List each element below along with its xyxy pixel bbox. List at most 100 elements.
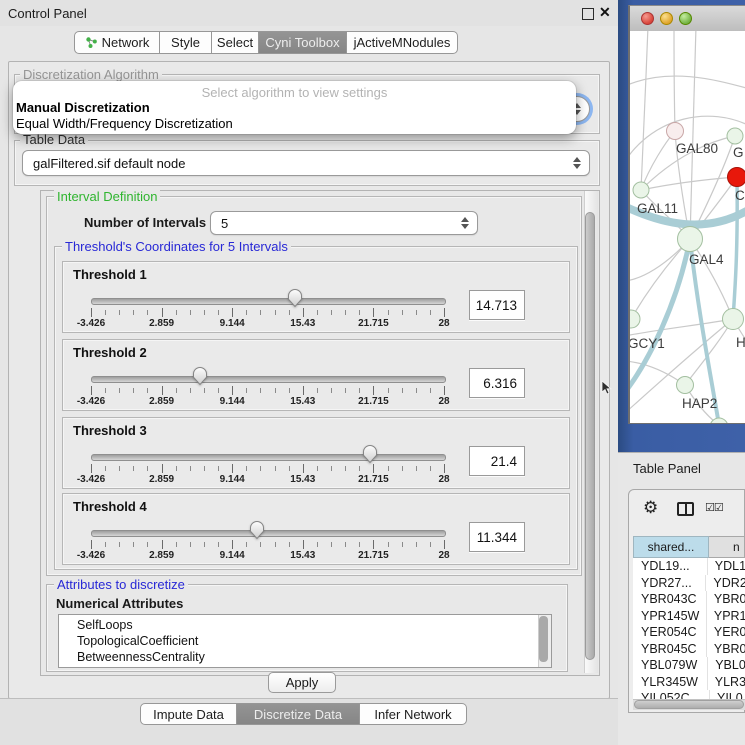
threshold-slider-thumb[interactable]	[249, 520, 265, 540]
tab-cyni-toolbox[interactable]: Cyni Toolbox	[259, 31, 347, 54]
node-hap2[interactable]	[677, 377, 694, 394]
threshold-slider-track[interactable]	[91, 376, 446, 383]
split-columns-icon[interactable]	[677, 502, 694, 516]
threshold-1-block: Threshold 1 -3.4262.8599.14415.4321.7152…	[62, 261, 570, 333]
threshold-slider-track[interactable]	[91, 454, 446, 461]
tab-style[interactable]: Style	[160, 31, 212, 54]
node-selected-red[interactable]	[728, 168, 745, 187]
tick-label: 28	[422, 318, 466, 329]
threshold-slider-track[interactable]	[91, 298, 446, 305]
tick-mark	[176, 466, 177, 471]
tick-mark	[176, 542, 177, 547]
threshold-value-field[interactable]: 21.4	[469, 446, 525, 476]
zoom-traffic-light[interactable]	[679, 12, 692, 25]
threshold-slider-thumb[interactable]	[287, 288, 303, 308]
tick-mark	[444, 386, 445, 395]
apply-button[interactable]: Apply	[268, 672, 336, 693]
network-icon	[85, 36, 98, 49]
tick-mark	[388, 542, 389, 547]
close-icon[interactable]: ✕	[599, 4, 611, 21]
cell-name: YPR1	[707, 608, 745, 625]
node-gal11[interactable]	[633, 182, 649, 198]
cell-name: YBR0	[707, 641, 745, 658]
attribute-list-item[interactable]: SelfLoops	[59, 617, 551, 633]
cell-shared-name: YBR045C	[633, 641, 707, 658]
tick-mark	[105, 542, 106, 547]
tick-label: -3.426	[69, 550, 113, 561]
threshold-3-block: Threshold 3 -3.4262.8599.14415.4321.7152…	[62, 417, 570, 489]
tick-mark	[147, 542, 148, 547]
tick-mark	[359, 542, 360, 547]
table-row[interactable]: YER054CYER0	[633, 624, 745, 641]
table-data-combobox[interactable]: galFiltered.sif default node	[22, 150, 590, 176]
attribute-list-item[interactable]: BetweennessCentrality	[59, 649, 551, 665]
tick-mark	[190, 542, 191, 547]
network-window-titlebar[interactable]	[630, 6, 745, 32]
node-gcy1[interactable]	[630, 310, 640, 328]
tab-discretize-data[interactable]: Discretize Data	[237, 703, 360, 725]
tab-select[interactable]: Select	[212, 31, 259, 54]
table-row[interactable]: YIL052CYIL0	[633, 690, 745, 699]
vertical-scrollbar-thumb[interactable]	[585, 212, 595, 660]
node-table-body[interactable]: YDL19...YDL1YDR27...YDR2YBR043CYBR0YPR14…	[633, 558, 745, 699]
network-canvas[interactable]: GAL80 G GAL11 C GAL4 GCY1 H HAP2	[630, 31, 745, 423]
horizontal-scrollbar-thumb[interactable]	[634, 700, 744, 709]
attributes-scrollbar-thumb[interactable]	[539, 616, 548, 662]
tick-mark	[303, 540, 304, 549]
threshold-slider-thumb[interactable]	[362, 444, 378, 464]
dropdown-option-equal-width[interactable]: Equal Width/Frequency Discretization	[13, 116, 576, 132]
tick-label: 28	[422, 550, 466, 561]
tab-infer-network[interactable]: Infer Network	[360, 703, 467, 725]
table-row[interactable]: YPR145WYPR1	[633, 608, 745, 625]
table-row[interactable]: YLR345WYLR3	[633, 674, 745, 691]
tick-mark	[275, 388, 276, 393]
gear-icon[interactable]: ⚙	[643, 498, 658, 518]
checkbox-filter-icons[interactable]: ☑☑	[705, 501, 723, 514]
tick-label: 2.859	[140, 474, 184, 485]
threshold-label: Threshold 3	[73, 423, 147, 438]
tab-label: Style	[171, 35, 200, 50]
tick-mark	[260, 542, 261, 547]
attribute-list-item[interactable]: TopologicalCoefficient	[59, 633, 551, 649]
cell-name: YDL1	[708, 558, 745, 575]
node-partial-bottom[interactable]	[710, 418, 728, 423]
node-partial-g[interactable]	[727, 128, 743, 144]
tick-mark	[147, 388, 148, 393]
table-row[interactable]: YBR043CYBR0	[633, 591, 745, 608]
tick-mark	[218, 466, 219, 471]
interval-definition-title: Interval Definition	[54, 190, 160, 204]
node-gal80[interactable]	[667, 123, 684, 140]
tab-label: Select	[217, 35, 253, 50]
float-window-icon[interactable]	[582, 8, 594, 20]
threshold-label: Threshold 2	[73, 345, 147, 360]
tab-network[interactable]: Network	[74, 31, 160, 54]
numerical-attributes-label: Numerical Attributes	[56, 596, 183, 611]
dropdown-option-manual[interactable]: Manual Discretization	[13, 100, 576, 116]
tab-jactivemnodules[interactable]: jActiveMNodules	[347, 31, 458, 54]
numerical-attributes-list[interactable]: SelfLoopsTopologicalCoefficientBetweenne…	[58, 614, 552, 668]
threshold-4-block: Threshold 4 -3.4262.8599.14415.4321.7152…	[62, 493, 570, 565]
minimize-traffic-light[interactable]	[660, 12, 673, 25]
node-h[interactable]	[723, 309, 744, 330]
threshold-value-field[interactable]: 6.316	[469, 368, 525, 398]
column-header-name[interactable]: n	[709, 536, 745, 558]
close-traffic-light[interactable]	[641, 12, 654, 25]
cell-shared-name: YBR043C	[633, 591, 707, 608]
node-gal4[interactable]	[678, 227, 703, 252]
threshold-slider-track[interactable]	[91, 530, 446, 537]
cell-name: YBR0	[707, 591, 745, 608]
table-row[interactable]: YDL19...YDL1	[633, 558, 745, 575]
table-data-value: galFiltered.sif default node	[23, 156, 572, 171]
table-row[interactable]: YDR27...YDR2	[633, 575, 745, 592]
column-header-shared-name[interactable]: shared...	[633, 536, 709, 558]
node-label-gcy1: GCY1	[630, 336, 665, 351]
table-row[interactable]: YBR045CYBR0	[633, 641, 745, 658]
tick-mark	[416, 388, 417, 393]
tab-impute-data[interactable]: Impute Data	[140, 703, 237, 725]
tick-mark	[331, 466, 332, 471]
table-row[interactable]: YBL079WYBL0	[633, 657, 745, 674]
threshold-value-field[interactable]: 11.344	[469, 522, 525, 552]
number-of-intervals-combobox[interactable]: 5	[210, 211, 478, 235]
threshold-slider-thumb[interactable]	[192, 366, 208, 386]
threshold-value-field[interactable]: 14.713	[469, 290, 525, 320]
